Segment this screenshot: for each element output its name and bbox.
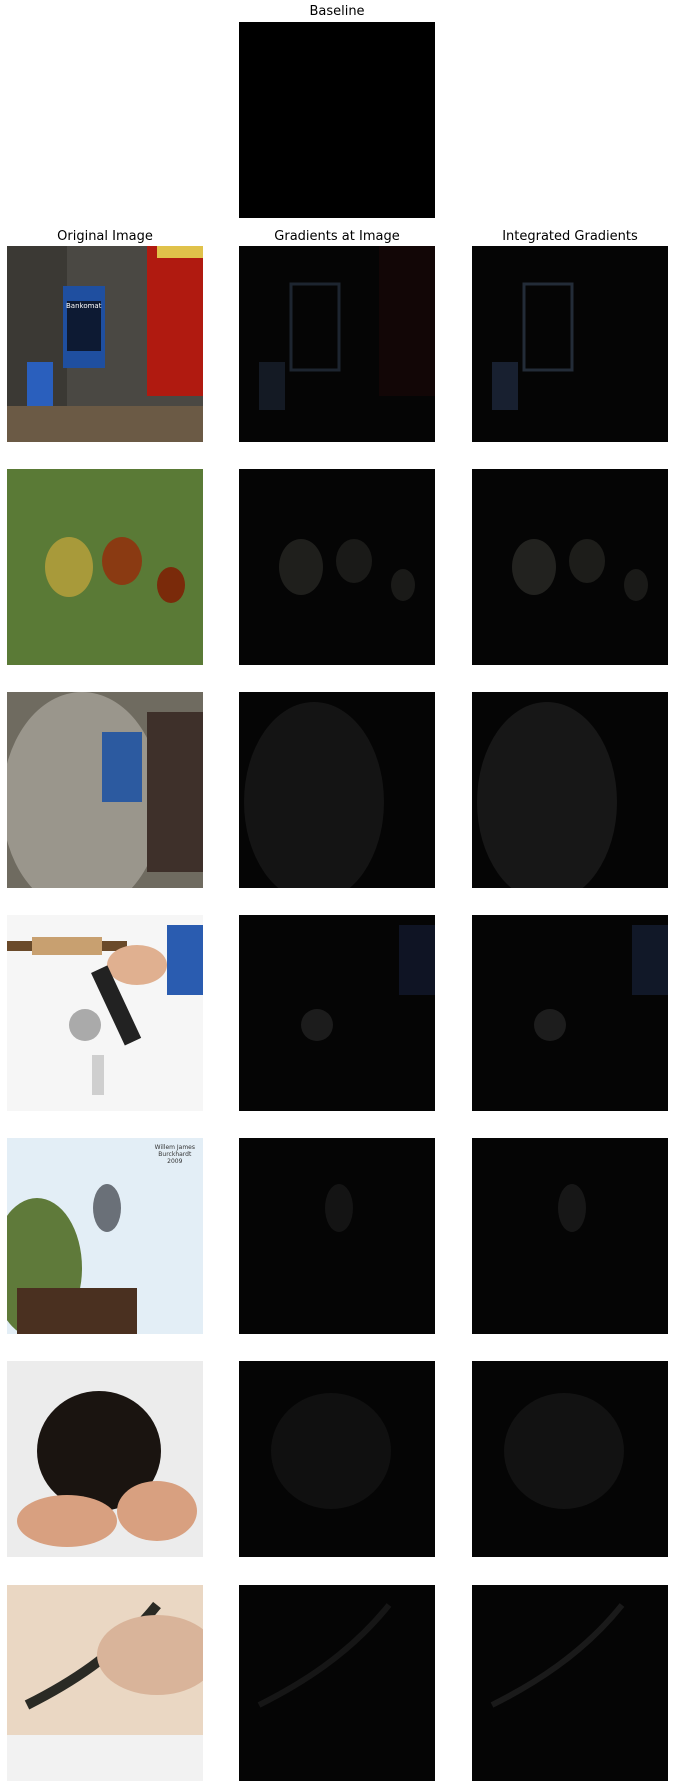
original-image-snake bbox=[7, 1585, 203, 1781]
integrated-gradients-image-snake bbox=[472, 1585, 668, 1781]
original-image-steel-drum bbox=[7, 692, 203, 888]
original-image-chestnuts bbox=[7, 469, 203, 665]
original-image-atm bbox=[7, 246, 203, 442]
baseline-title: Baseline bbox=[309, 4, 365, 19]
column-title-original: Original Image bbox=[57, 229, 153, 244]
original-image-rottweiler-puppy bbox=[7, 1361, 203, 1557]
integrated-gradients-image-chestnuts bbox=[472, 469, 668, 665]
original-image-fishing-reel bbox=[7, 915, 203, 1111]
column-title-integrated: Integrated Gradients bbox=[502, 229, 638, 244]
gradients-image-atm bbox=[239, 246, 435, 442]
integrated-gradients-image-atm bbox=[472, 246, 668, 442]
gradients-image-rottweiler-puppy bbox=[239, 1361, 435, 1557]
bird-watermark-text: Willem James Burckhardt 2009 bbox=[154, 1144, 195, 1165]
gradients-image-chestnuts bbox=[239, 469, 435, 665]
gradients-image-snake bbox=[239, 1585, 435, 1781]
column-title-gradients: Gradients at Image bbox=[274, 229, 400, 244]
atm-sign-text: Bankomat bbox=[66, 302, 102, 310]
original-image-bird: Willem James Burckhardt 2009 bbox=[7, 1138, 203, 1334]
integrated-gradients-image-fishing-reel bbox=[472, 915, 668, 1111]
baseline-image bbox=[239, 22, 435, 218]
gradients-image-bird bbox=[239, 1138, 435, 1334]
integrated-gradients-image-steel-drum bbox=[472, 692, 668, 888]
gradients-image-fishing-reel bbox=[239, 915, 435, 1111]
gradients-image-steel-drum bbox=[239, 692, 435, 888]
integrated-gradients-image-bird bbox=[472, 1138, 668, 1334]
integrated-gradients-image-rottweiler-puppy bbox=[472, 1361, 668, 1557]
